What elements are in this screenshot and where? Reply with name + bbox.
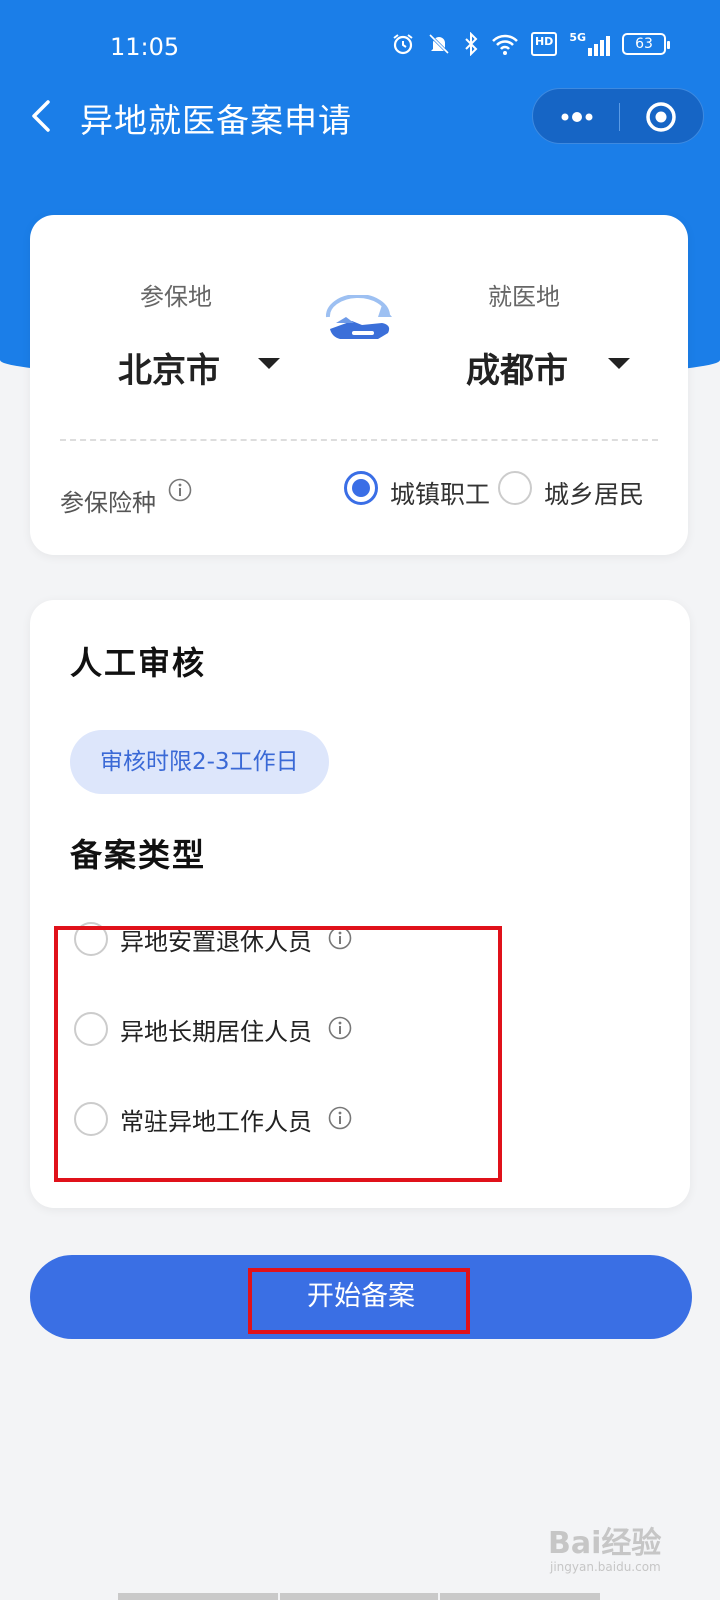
status-icons: HD 5G 63: [391, 32, 670, 56]
signal-5g-icon: 5G: [569, 32, 610, 56]
medical-place-select[interactable]: 成都市: [466, 343, 568, 392]
miniprogram-capsule: [532, 88, 704, 144]
home-indicator: [440, 1593, 600, 1600]
insurance-type-label: 参保险种: [60, 489, 156, 517]
insured-place-label: 参保地: [140, 283, 212, 311]
bluetooth-icon: [465, 32, 478, 56]
status-time: 11:05: [110, 33, 180, 61]
options-highlight-box: [54, 926, 502, 1182]
location-card: 参保地 北京市 就医地 成都市 参保险种 城镇职工 城乡居民: [30, 215, 688, 555]
home-indicator: [280, 1593, 438, 1600]
radio-urban-rural-resident[interactable]: [498, 471, 532, 505]
more-dots-icon[interactable]: [555, 105, 599, 129]
transfer-plane-icon: [325, 295, 392, 339]
manual-review-title: 人工审核: [70, 644, 207, 682]
medical-dropdown-icon[interactable]: [608, 358, 630, 369]
radio-urban-rural-resident-label[interactable]: 城乡居民: [544, 475, 644, 511]
hd-icon: HD: [530, 32, 558, 56]
watermark-logo: Bai经验 jingyan.baidu.com: [548, 1518, 662, 1574]
home-indicator: [118, 1593, 278, 1600]
wifi-icon: [492, 34, 518, 55]
nav-bar: 异地就医备案申请: [0, 86, 720, 146]
page-title: 异地就医备案申请: [80, 101, 352, 140]
radio-urban-employee-label[interactable]: 城镇职工: [390, 475, 490, 511]
filing-type-title: 备案类型: [70, 836, 207, 874]
watermark-sub: jingyan.baidu.com: [550, 1560, 661, 1574]
insured-place-select[interactable]: 北京市: [118, 343, 220, 392]
alarm-icon: [393, 34, 413, 55]
button-highlight-box: [248, 1268, 470, 1334]
watermark-text: Bai经验: [548, 1526, 662, 1561]
radio-urban-employee[interactable]: [344, 471, 378, 505]
medical-place-label: 就医地: [488, 283, 560, 311]
back-arrow-icon[interactable]: [28, 96, 58, 136]
capsule-divider: [619, 103, 620, 131]
info-icon[interactable]: [168, 478, 192, 502]
mute-icon: [428, 33, 450, 55]
network-type: 5G: [569, 31, 586, 44]
insured-dropdown-icon[interactable]: [258, 358, 280, 369]
review-time-badge: 审核时限2-3工作日: [70, 730, 329, 794]
status-bar: 11:05 HD 5G 63: [0, 0, 720, 80]
close-target-icon[interactable]: [645, 101, 677, 133]
battery-icon: 63: [622, 33, 670, 55]
card-divider: [60, 439, 658, 441]
